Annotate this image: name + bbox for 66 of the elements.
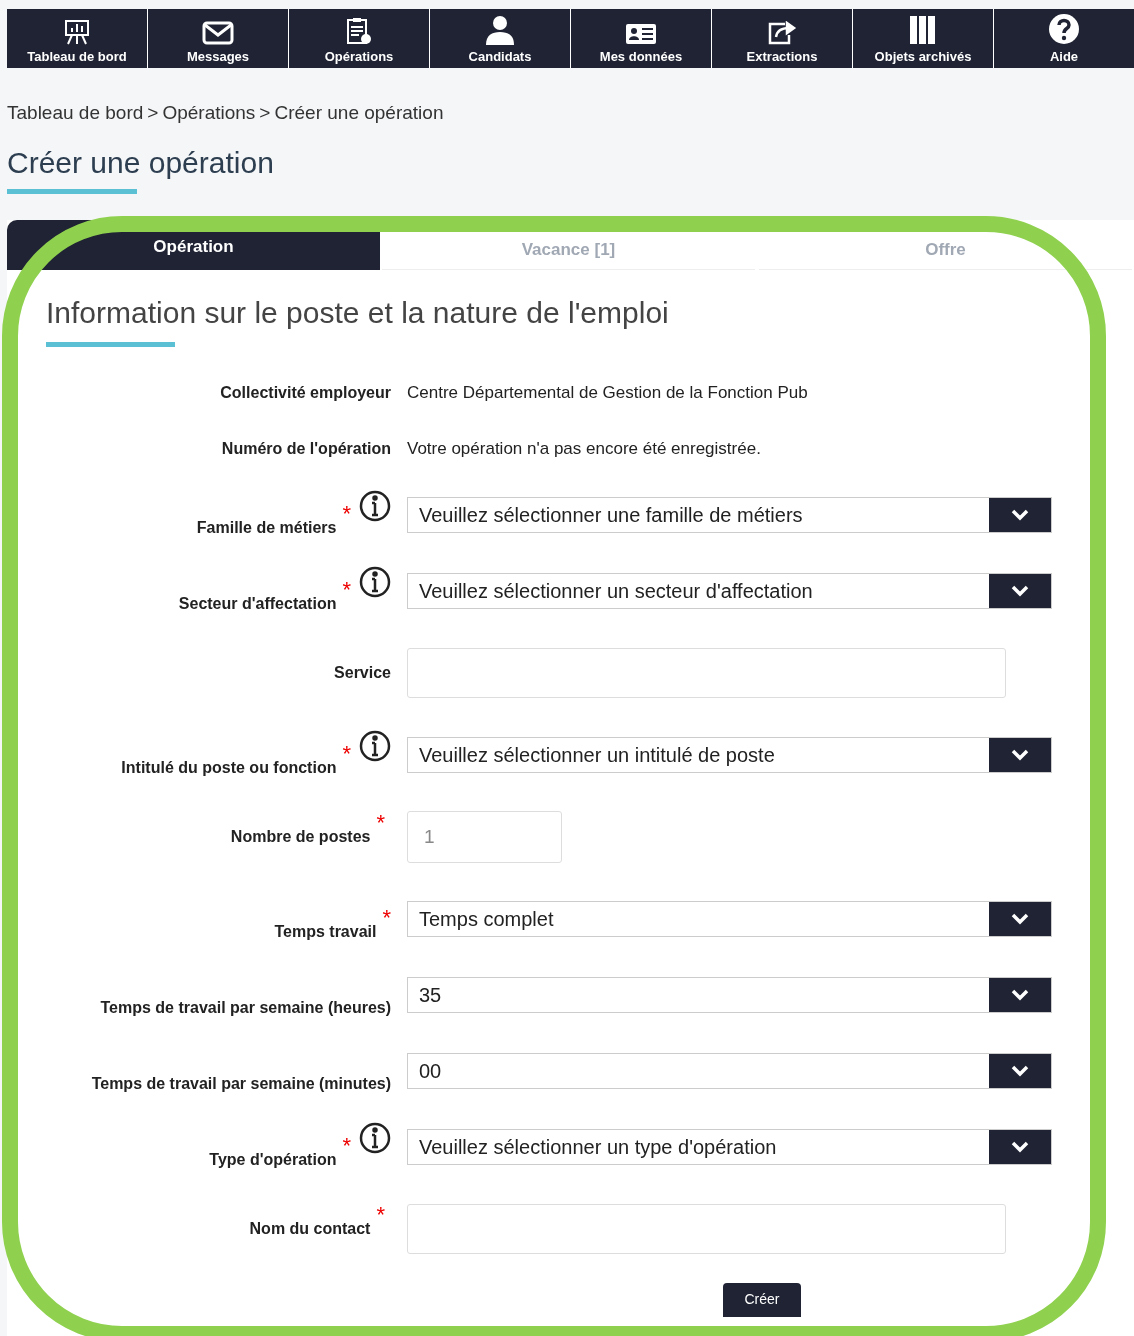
- chevron-icon: [989, 901, 1051, 936]
- required-mark: *: [342, 503, 351, 524]
- input-field[interactable]: [407, 647, 1006, 698]
- presentation-board-icon: [63, 19, 91, 45]
- input-field[interactable]: [407, 1203, 1006, 1254]
- select-field[interactable]: Veuillez sélectionner un type d'opération: [407, 1128, 1052, 1165]
- nav-item[interactable]: Aide: [994, 9, 1134, 68]
- select-field[interactable]: Temps complet: [407, 900, 1052, 937]
- required-mark: *: [382, 907, 391, 928]
- create-button[interactable]: Créer: [723, 1282, 801, 1317]
- field-label: Numéro de l'opération: [221, 438, 391, 459]
- breadcrumb-current: Créer une opération: [274, 101, 444, 125]
- required-mark: *: [342, 579, 351, 600]
- required-mark: *: [342, 743, 351, 764]
- person-icon: [484, 15, 516, 45]
- field-label: Secteur d'affectation: [178, 593, 337, 614]
- info-icon[interactable]: [359, 489, 391, 522]
- field-label: Nom du contact: [249, 1218, 371, 1239]
- field-value: Centre Départemental de Gestion de la Fonction Pub: [407, 382, 808, 402]
- binders-icon: [909, 15, 937, 45]
- nav-item[interactable]: Tableau de bord: [7, 9, 148, 68]
- field-label: Temps de travail par semaine (minutes): [91, 1073, 391, 1094]
- field-label: Nombre de postes: [230, 826, 371, 847]
- input-field[interactable]: 1: [407, 810, 562, 863]
- page-title: Créer une opération: [7, 144, 275, 181]
- select-field[interactable]: Veuillez sélectionner un secteur d'affectation: [407, 572, 1052, 609]
- id-card-icon: [625, 23, 657, 45]
- nav-item[interactable]: Candidats: [430, 9, 571, 68]
- select-field[interactable]: Veuillez sélectionner une famille de métiers: [407, 496, 1052, 533]
- field-label: Collectivité employeur: [220, 382, 391, 403]
- breadcrumb-link[interactable]: Tableau de bord: [7, 99, 144, 128]
- breadcrumb-link[interactable]: Opérations: [162, 99, 256, 128]
- info-icon[interactable]: [359, 1121, 391, 1154]
- select-field[interactable]: 00: [407, 1052, 1052, 1089]
- field-label: Famille de métiers: [196, 517, 337, 538]
- field-label: Temps travail: [274, 921, 377, 942]
- field-value: Votre opération n'a pas encore été enregistrée.: [407, 438, 761, 458]
- chevron-icon: [989, 737, 1051, 772]
- info-icon[interactable]: [359, 565, 391, 598]
- select-field[interactable]: 35: [407, 976, 1052, 1013]
- help-icon: [1048, 13, 1080, 45]
- chevron-icon: [989, 573, 1051, 608]
- select-field[interactable]: Veuillez sélectionner un intitulé de poste: [407, 736, 1052, 773]
- chevron-icon: [989, 497, 1051, 532]
- share-icon: [767, 21, 797, 45]
- mail-icon: [202, 21, 234, 45]
- field-label: Service: [334, 662, 391, 683]
- nav-item[interactable]: Opérations: [289, 9, 430, 68]
- nav-item[interactable]: Mes données: [571, 9, 712, 68]
- nav-item[interactable]: Messages: [148, 9, 289, 68]
- clipboard-icon: [346, 17, 372, 45]
- chevron-icon: [989, 1129, 1051, 1164]
- info-icon[interactable]: [359, 729, 391, 762]
- nav-item[interactable]: Objets archivés: [853, 9, 994, 68]
- field-label: Intitulé du poste ou fonction: [121, 757, 337, 778]
- required-mark: *: [376, 812, 385, 833]
- field-label: Temps de travail par semaine (heures): [100, 997, 391, 1018]
- chevron-icon: [989, 1053, 1051, 1088]
- required-mark: *: [376, 1204, 385, 1225]
- breadcrumb-separator: >: [259, 101, 271, 125]
- field-label: Type d'opération: [209, 1149, 337, 1170]
- required-mark: *: [342, 1135, 351, 1156]
- chevron-icon: [989, 977, 1051, 1012]
- section-title: Information sur le poste et la nature de l'emploi: [46, 294, 670, 331]
- breadcrumb-separator: >: [147, 101, 159, 125]
- nav-item[interactable]: Extractions: [712, 9, 853, 68]
